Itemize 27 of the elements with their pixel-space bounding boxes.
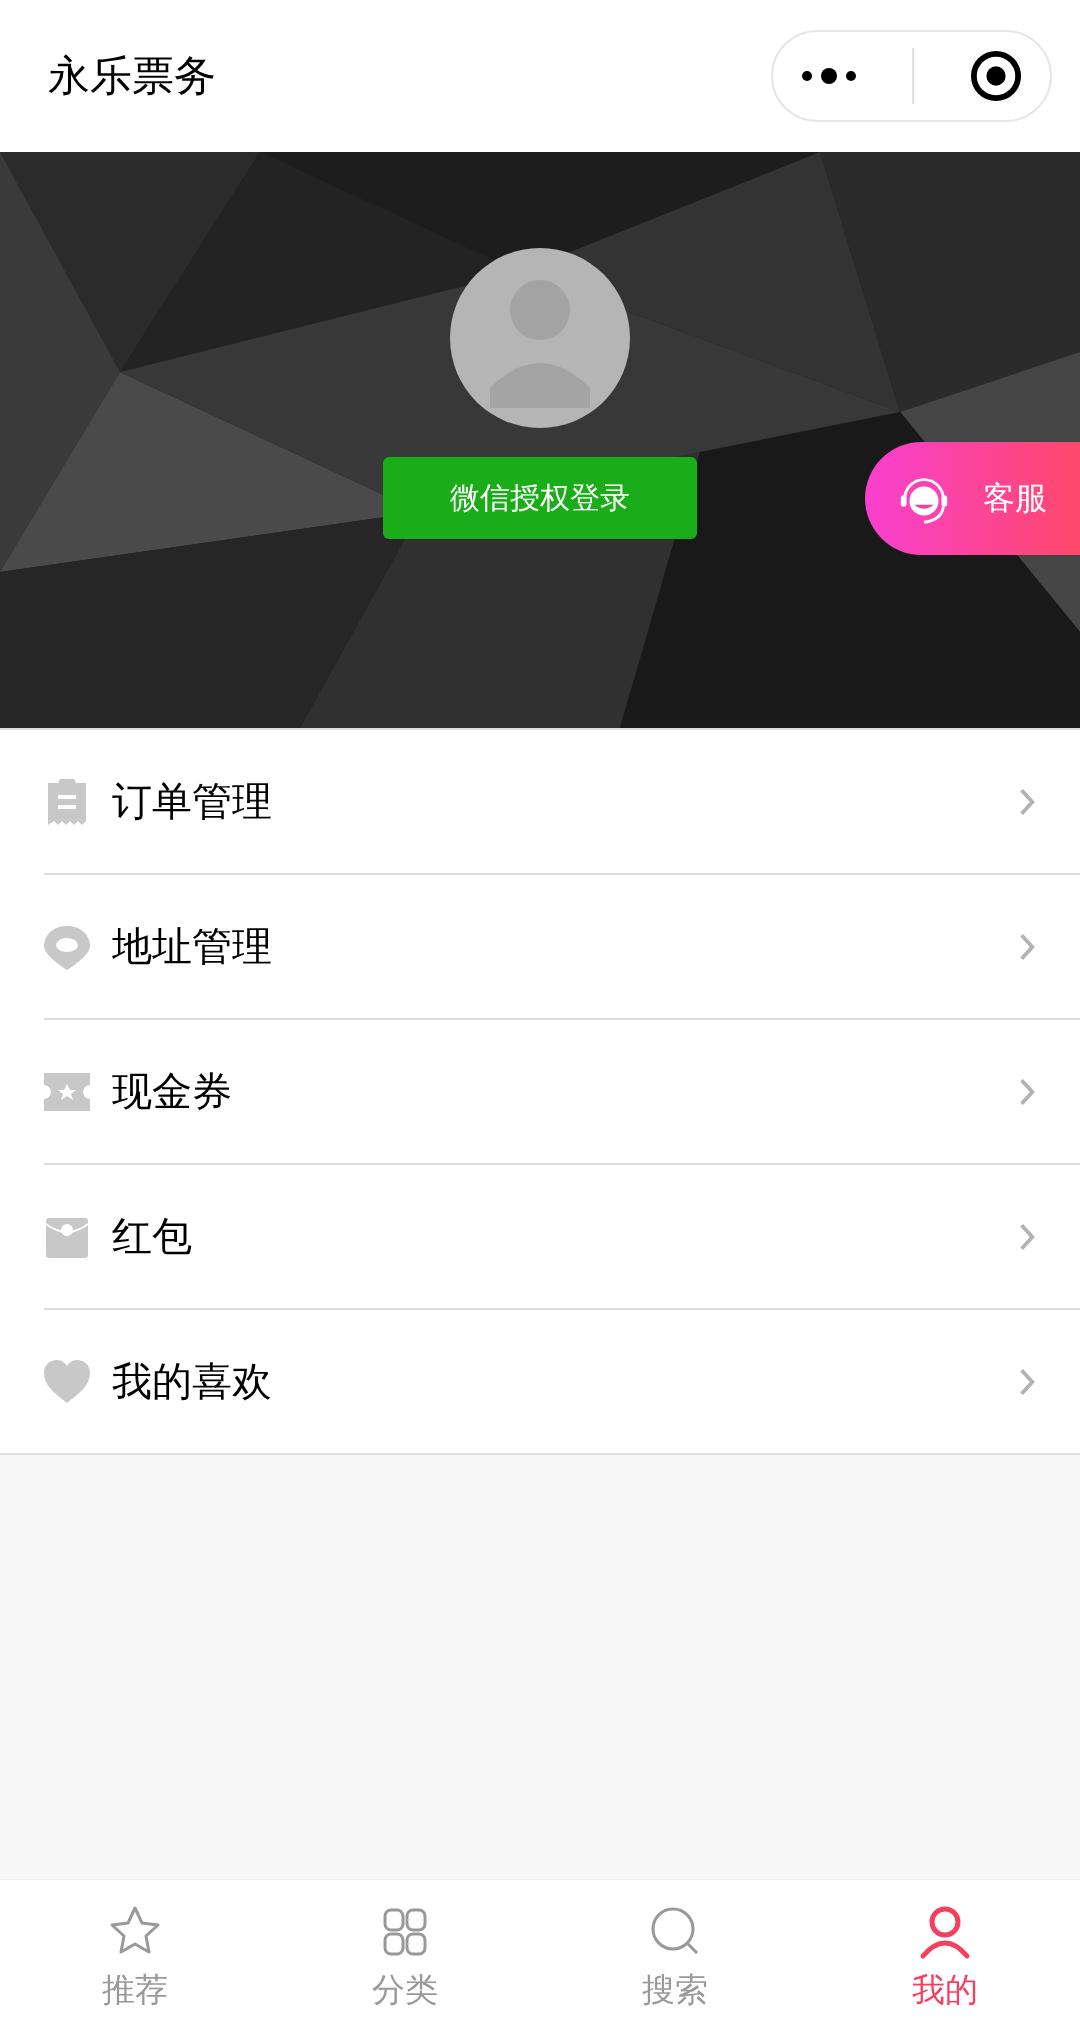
chevron-right-icon (1018, 1221, 1036, 1252)
menu-item[interactable]: 订单管理 (44, 730, 1080, 873)
menu-label: 现金券 (112, 1067, 233, 1116)
customer-service-button[interactable]: 客服 (865, 442, 1080, 555)
chevron-right-icon (1018, 786, 1036, 817)
menu-label: 地址管理 (112, 922, 273, 971)
menu-item[interactable]: 现金券 (44, 1018, 1080, 1163)
menu-item[interactable]: 我的喜欢 (44, 1308, 1080, 1453)
tab[interactable]: 搜索 (540, 1880, 810, 2040)
menu-item[interactable]: 地址管理 (44, 873, 1080, 1018)
menu-label: 订单管理 (112, 777, 273, 826)
menu-label: 红包 (112, 1212, 193, 1261)
avatar-icon (450, 248, 630, 428)
location-pin-icon (44, 923, 90, 970)
tab[interactable]: 分类 (270, 1880, 540, 2040)
wechat-login-button[interactable]: 微信授权登录 (383, 457, 697, 539)
close-icon[interactable] (970, 50, 1023, 102)
chevron-right-icon (1018, 1366, 1036, 1397)
more-icon[interactable] (800, 66, 857, 86)
chevron-right-icon (1018, 931, 1036, 962)
page-title: 永乐票务 (48, 50, 216, 102)
chevron-right-icon (1018, 1076, 1036, 1107)
menu-label: 我的喜欢 (112, 1357, 273, 1406)
tab[interactable]: 我的 (810, 1880, 1080, 2040)
tab[interactable]: 推荐 (0, 1880, 270, 2040)
menu-item[interactable]: 红包 (44, 1163, 1080, 1308)
heart-icon (44, 1358, 90, 1405)
